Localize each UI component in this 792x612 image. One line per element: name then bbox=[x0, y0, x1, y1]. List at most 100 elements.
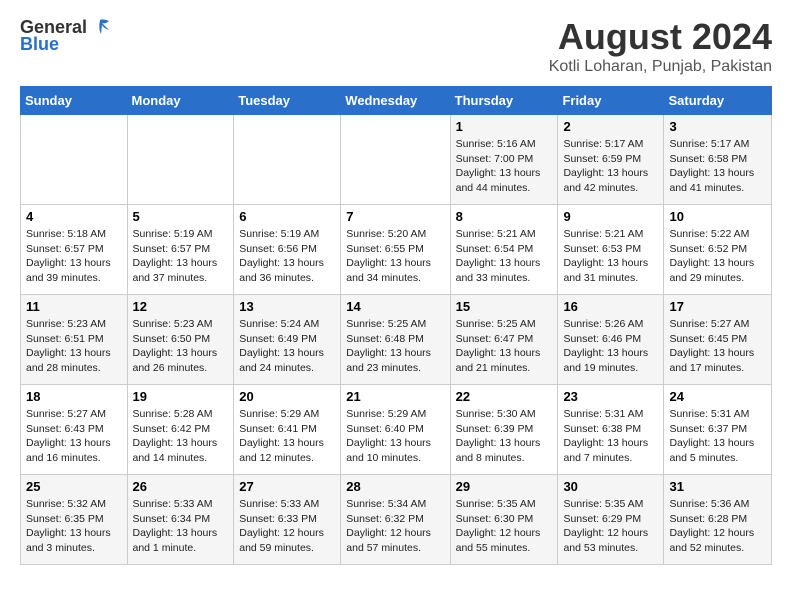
day-cell-10: 10Sunrise: 5:22 AM Sunset: 6:52 PM Dayli… bbox=[664, 205, 772, 295]
day-cell-14: 14 Sunrise: 5:25 AM Sunset: 6:48 PM Dayli… bbox=[341, 295, 450, 385]
day-cell-1: 1Sunrise: 5:16 AM Sunset: 7:00 PM Daylig… bbox=[450, 115, 558, 205]
day-info: Sunrise: 5:28 AM Sunset: 6:42 PM Dayligh… bbox=[133, 407, 229, 466]
day-number: 23 bbox=[563, 389, 658, 404]
day-cell-16: 16Sunrise: 5:26 AM Sunset: 6:46 PM Dayli… bbox=[558, 295, 664, 385]
day-number: 14 bbox=[346, 299, 444, 314]
day-cell-30: 30Sunrise: 5:35 AM Sunset: 6:29 PM Dayli… bbox=[558, 475, 664, 565]
week-row-1: 1Sunrise: 5:16 AM Sunset: 7:00 PM Daylig… bbox=[21, 115, 772, 205]
day-number: 28 bbox=[346, 479, 444, 494]
day-info: Sunrise: 5:29 AM Sunset: 6:41 PM Dayligh… bbox=[239, 407, 335, 466]
calendar-table: SundayMondayTuesdayWednesdayThursdayFrid… bbox=[20, 86, 772, 565]
day-number: 7 bbox=[346, 209, 444, 224]
day-cell-8: 8 Sunrise: 5:21 AM Sunset: 6:54 PM Daylig… bbox=[450, 205, 558, 295]
day-cell-6: 6 Sunrise: 5:19 AM Sunset: 6:56 PM Daylig… bbox=[234, 205, 341, 295]
day-cell-21: 21Sunrise: 5:29 AM Sunset: 6:40 PM Dayli… bbox=[341, 385, 450, 475]
day-info: Sunrise: 5:33 AM Sunset: 6:34 PM Dayligh… bbox=[133, 497, 229, 556]
header-monday: Monday bbox=[127, 87, 234, 115]
header-wednesday: Wednesday bbox=[341, 87, 450, 115]
day-cell-19: 19 Sunrise: 5:28 AM Sunset: 6:42 PM Dayli… bbox=[127, 385, 234, 475]
header: General Blue August 2024 Kotli Loharan, … bbox=[20, 16, 772, 76]
day-number: 9 bbox=[563, 209, 658, 224]
week-row-4: 18 Sunrise: 5:27 AM Sunset: 6:43 PM Dayli… bbox=[21, 385, 772, 475]
day-cell-empty bbox=[341, 115, 450, 205]
day-info: Sunrise: 5:23 AM Sunset: 6:50 PM Dayligh… bbox=[133, 317, 229, 376]
logo-bird-icon bbox=[89, 16, 111, 38]
day-cell-4: 4 Sunrise: 5:18 AM Sunset: 6:57 PM Daylig… bbox=[21, 205, 128, 295]
day-info: Sunrise: 5:24 AM Sunset: 6:49 PM Dayligh… bbox=[239, 317, 335, 376]
header-friday: Friday bbox=[558, 87, 664, 115]
day-info: Sunrise: 5:19 AM Sunset: 6:57 PM Dayligh… bbox=[133, 227, 229, 286]
day-cell-empty bbox=[234, 115, 341, 205]
day-number: 3 bbox=[669, 119, 766, 134]
day-info: Sunrise: 5:18 AM Sunset: 6:57 PM Dayligh… bbox=[26, 227, 122, 286]
day-info: Sunrise: 5:20 AM Sunset: 6:55 PM Dayligh… bbox=[346, 227, 444, 286]
day-info: Sunrise: 5:27 AM Sunset: 6:43 PM Dayligh… bbox=[26, 407, 122, 466]
title-area: August 2024 Kotli Loharan, Punjab, Pakis… bbox=[549, 16, 772, 76]
day-cell-15: 15 Sunrise: 5:25 AM Sunset: 6:47 PM Dayli… bbox=[450, 295, 558, 385]
day-info: Sunrise: 5:30 AM Sunset: 6:39 PM Dayligh… bbox=[456, 407, 553, 466]
day-number: 12 bbox=[133, 299, 229, 314]
calendar-subtitle: Kotli Loharan, Punjab, Pakistan bbox=[549, 58, 772, 76]
day-info: Sunrise: 5:25 AM Sunset: 6:48 PM Dayligh… bbox=[346, 317, 444, 376]
day-info: Sunrise: 5:19 AM Sunset: 6:56 PM Dayligh… bbox=[239, 227, 335, 286]
day-info: Sunrise: 5:35 AM Sunset: 6:29 PM Dayligh… bbox=[563, 497, 658, 556]
day-cell-empty bbox=[21, 115, 128, 205]
day-number: 29 bbox=[456, 479, 553, 494]
header-tuesday: Tuesday bbox=[234, 87, 341, 115]
day-number: 26 bbox=[133, 479, 229, 494]
day-number: 2 bbox=[563, 119, 658, 134]
day-cell-7: 7 Sunrise: 5:20 AM Sunset: 6:55 PM Daylig… bbox=[341, 205, 450, 295]
day-number: 15 bbox=[456, 299, 553, 314]
day-cell-12: 12 Sunrise: 5:23 AM Sunset: 6:50 PM Dayli… bbox=[127, 295, 234, 385]
day-info: Sunrise: 5:17 AM Sunset: 6:59 PM Dayligh… bbox=[563, 137, 658, 196]
day-cell-22: 22 Sunrise: 5:30 AM Sunset: 6:39 PM Dayli… bbox=[450, 385, 558, 475]
day-info: Sunrise: 5:23 AM Sunset: 6:51 PM Dayligh… bbox=[26, 317, 122, 376]
day-cell-17: 17Sunrise: 5:27 AM Sunset: 6:45 PM Dayli… bbox=[664, 295, 772, 385]
day-info: Sunrise: 5:26 AM Sunset: 6:46 PM Dayligh… bbox=[563, 317, 658, 376]
day-number: 5 bbox=[133, 209, 229, 224]
day-number: 20 bbox=[239, 389, 335, 404]
day-info: Sunrise: 5:17 AM Sunset: 6:58 PM Dayligh… bbox=[669, 137, 766, 196]
header-row: SundayMondayTuesdayWednesdayThursdayFrid… bbox=[21, 87, 772, 115]
day-cell-20: 20 Sunrise: 5:29 AM Sunset: 6:41 PM Dayli… bbox=[234, 385, 341, 475]
day-number: 19 bbox=[133, 389, 229, 404]
day-cell-27: 27Sunrise: 5:33 AM Sunset: 6:33 PM Dayli… bbox=[234, 475, 341, 565]
day-cell-28: 28Sunrise: 5:34 AM Sunset: 6:32 PM Dayli… bbox=[341, 475, 450, 565]
day-number: 31 bbox=[669, 479, 766, 494]
logo: General Blue bbox=[20, 16, 111, 55]
day-info: Sunrise: 5:33 AM Sunset: 6:33 PM Dayligh… bbox=[239, 497, 335, 556]
day-info: Sunrise: 5:21 AM Sunset: 6:54 PM Dayligh… bbox=[456, 227, 553, 286]
day-cell-5: 5 Sunrise: 5:19 AM Sunset: 6:57 PM Daylig… bbox=[127, 205, 234, 295]
day-number: 18 bbox=[26, 389, 122, 404]
day-number: 13 bbox=[239, 299, 335, 314]
day-info: Sunrise: 5:35 AM Sunset: 6:30 PM Dayligh… bbox=[456, 497, 553, 556]
week-row-3: 11 Sunrise: 5:23 AM Sunset: 6:51 PM Dayli… bbox=[21, 295, 772, 385]
day-info: Sunrise: 5:32 AM Sunset: 6:35 PM Dayligh… bbox=[26, 497, 122, 556]
logo-blue: Blue bbox=[20, 34, 59, 55]
day-cell-25: 25 Sunrise: 5:32 AM Sunset: 6:35 PM Dayli… bbox=[21, 475, 128, 565]
day-number: 11 bbox=[26, 299, 122, 314]
day-cell-9: 9 Sunrise: 5:21 AM Sunset: 6:53 PM Daylig… bbox=[558, 205, 664, 295]
day-number: 25 bbox=[26, 479, 122, 494]
day-number: 17 bbox=[669, 299, 766, 314]
calendar-title: August 2024 bbox=[549, 16, 772, 58]
day-number: 8 bbox=[456, 209, 553, 224]
day-number: 4 bbox=[26, 209, 122, 224]
day-info: Sunrise: 5:16 AM Sunset: 7:00 PM Dayligh… bbox=[456, 137, 553, 196]
day-info: Sunrise: 5:36 AM Sunset: 6:28 PM Dayligh… bbox=[669, 497, 766, 556]
day-cell-31: 31 Sunrise: 5:36 AM Sunset: 6:28 PM Dayli… bbox=[664, 475, 772, 565]
header-saturday: Saturday bbox=[664, 87, 772, 115]
week-row-5: 25 Sunrise: 5:32 AM Sunset: 6:35 PM Dayli… bbox=[21, 475, 772, 565]
day-cell-11: 11 Sunrise: 5:23 AM Sunset: 6:51 PM Dayli… bbox=[21, 295, 128, 385]
day-info: Sunrise: 5:31 AM Sunset: 6:38 PM Dayligh… bbox=[563, 407, 658, 466]
day-cell-24: 24Sunrise: 5:31 AM Sunset: 6:37 PM Dayli… bbox=[664, 385, 772, 475]
day-info: Sunrise: 5:29 AM Sunset: 6:40 PM Dayligh… bbox=[346, 407, 444, 466]
day-info: Sunrise: 5:21 AM Sunset: 6:53 PM Dayligh… bbox=[563, 227, 658, 286]
day-number: 6 bbox=[239, 209, 335, 224]
day-number: 10 bbox=[669, 209, 766, 224]
day-number: 22 bbox=[456, 389, 553, 404]
week-row-2: 4 Sunrise: 5:18 AM Sunset: 6:57 PM Daylig… bbox=[21, 205, 772, 295]
header-sunday: Sunday bbox=[21, 87, 128, 115]
day-cell-23: 23 Sunrise: 5:31 AM Sunset: 6:38 PM Dayli… bbox=[558, 385, 664, 475]
day-info: Sunrise: 5:25 AM Sunset: 6:47 PM Dayligh… bbox=[456, 317, 553, 376]
